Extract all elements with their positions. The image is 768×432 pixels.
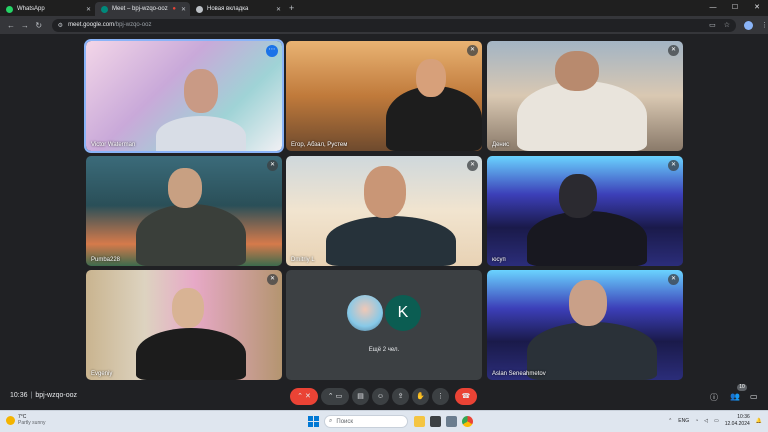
weather-widget[interactable]: 7°C Partly sunny xyxy=(6,414,46,426)
minimize-button[interactable]: — xyxy=(702,0,724,16)
new-tab-button[interactable]: + xyxy=(289,3,294,13)
search-icon: ⌕ xyxy=(329,418,333,424)
participant-tile[interactable]: ✕ Егор, Абзал, Рустем xyxy=(286,41,482,151)
windows-start-button[interactable] xyxy=(308,416,319,427)
chat-icon[interactable]: ▭ xyxy=(750,392,758,401)
present-button[interactable]: ⇪ xyxy=(392,388,409,405)
chevron-up-icon[interactable]: ⌃ xyxy=(668,418,672,424)
participant-tile[interactable]: ⋯ Victor Waterman xyxy=(84,39,284,153)
avatar: K xyxy=(385,295,421,331)
back-button[interactable]: ← xyxy=(4,21,18,30)
more-options-icon[interactable]: ⋯ xyxy=(266,45,278,57)
url-text: meet.google.com/bpj-wzqo-ooz xyxy=(68,22,152,28)
mic-toggle-button[interactable]: ⌃ ✕ xyxy=(290,388,318,405)
window-controls: — ☐ ✕ xyxy=(702,0,768,16)
maximize-button[interactable]: ☐ xyxy=(724,0,746,16)
camera-permission-icon[interactable]: ▭ xyxy=(709,21,716,29)
bookmark-star-icon[interactable]: ☆ xyxy=(724,21,730,29)
participant-name: Aslan Seneahmetov xyxy=(492,371,546,377)
app-icon[interactable] xyxy=(446,416,457,427)
language-indicator[interactable]: ENG xyxy=(678,418,689,424)
participant-name: юсуп xyxy=(492,257,506,263)
mic-off-icon: ✕ xyxy=(668,274,679,285)
wifi-icon[interactable]: ◔ xyxy=(695,418,698,424)
tab-label: Новая вкладка xyxy=(207,6,249,12)
mic-off-icon: ✕ xyxy=(467,160,478,171)
participant-name: Victor Waterman xyxy=(91,142,136,148)
site-info-icon[interactable]: ⚙ xyxy=(58,22,63,29)
close-icon[interactable]: ✕ xyxy=(181,6,186,13)
participant-name: Денис xyxy=(492,142,510,148)
recording-icon: ● xyxy=(172,6,176,12)
meet-icon xyxy=(101,5,108,13)
browser-tab-bar: WhatsApp ✕ Meet – bpj-wzqo-ooz ● ✕ Новая… xyxy=(0,0,768,16)
mic-off-icon: ✕ xyxy=(267,160,278,171)
participants-count-badge: 10 xyxy=(737,384,747,391)
search-placeholder: Поиск xyxy=(336,418,354,425)
mic-off-icon: ✕ xyxy=(467,45,478,56)
tab-meet[interactable]: Meet – bpj-wzqo-ooz ● ✕ xyxy=(95,2,190,16)
tab-whatsapp[interactable]: WhatsApp ✕ xyxy=(0,2,95,16)
participant-name: Dmitriy L xyxy=(291,257,315,263)
taskbar: 7°C Partly sunny ⌕ Поиск ⌃ ENG ◔ ◁ ▭ 10:… xyxy=(0,410,768,432)
participant-name: Evgeniy xyxy=(91,371,113,377)
chrome-icon xyxy=(196,5,203,13)
tab-new[interactable]: Новая вкладка ✕ xyxy=(190,2,285,16)
clock[interactable]: 10:36 12.04.2024 xyxy=(725,414,750,428)
camera-toggle-button[interactable]: ⌃ ▭ xyxy=(321,388,349,405)
participant-tile[interactable]: ✕ Pumba228 xyxy=(86,156,282,266)
system-tray: ⌃ ENG ◔ ◁ ▭ 10:36 12.04.2024 🔔 xyxy=(668,414,762,428)
weather-desc: Partly sunny xyxy=(18,420,46,426)
meeting-time: 10:36 xyxy=(10,392,28,399)
info-icon[interactable]: ⓘ xyxy=(710,392,718,403)
mic-off-icon: ✕ xyxy=(668,45,679,56)
more-options-button[interactable]: ⋮ xyxy=(432,388,449,405)
chrome-icon[interactable] xyxy=(462,416,473,427)
sun-icon xyxy=(6,415,15,425)
participant-tile[interactable]: ✕ Evgeniy xyxy=(86,270,282,380)
close-icon[interactable]: ✕ xyxy=(86,6,91,13)
tab-label: WhatsApp xyxy=(17,6,45,12)
avatar xyxy=(347,295,383,331)
mic-off-icon: ✕ xyxy=(668,160,679,171)
participant-tile[interactable]: ✕ Денис xyxy=(487,41,683,151)
other-participants: K Ещё 2 чел. xyxy=(286,270,482,380)
people-icon[interactable]: 👥 xyxy=(730,392,740,401)
captions-button[interactable]: ▤ xyxy=(352,388,369,405)
participant-tile[interactable]: ✕ Aslan Seneahmetov xyxy=(487,270,683,380)
tab-label: Meet – bpj-wzqo-ooz xyxy=(112,6,168,12)
profile-avatar[interactable] xyxy=(744,20,754,30)
whatsapp-icon xyxy=(6,5,13,13)
url-field[interactable]: ⚙ meet.google.com/bpj-wzqo-ooz ▭ ☆ xyxy=(51,18,737,32)
end-call-button[interactable]: ☎ xyxy=(455,388,477,405)
participant-tile[interactable]: ✕ Dmitriy L xyxy=(286,156,482,266)
menu-dots-icon[interactable]: ⋮ xyxy=(761,21,768,29)
emoji-button[interactable]: ☺ xyxy=(372,388,389,405)
other-participants-tile[interactable]: K Ещё 2 чел. xyxy=(286,270,482,380)
participant-name: Егор, Абзал, Рустем xyxy=(291,142,348,148)
search-input[interactable]: ⌕ Поиск xyxy=(324,415,408,428)
meeting-controls-bar: 10:36 | bpj-wzqo-ooz ⌃ ✕ ⌃ ▭ ▤ ☺ ⇪ ✋ ⋮ ☎ ⓘ… xyxy=(0,384,768,410)
meeting-info: 10:36 | bpj-wzqo-ooz xyxy=(10,392,77,399)
more-participants-label: Ещё 2 чел. xyxy=(368,347,400,353)
terminal-icon[interactable] xyxy=(430,416,441,427)
file-explorer-icon[interactable] xyxy=(414,416,425,427)
forward-button[interactable]: → xyxy=(18,21,32,30)
address-bar: ← → ↻ ⚙ meet.google.com/bpj-wzqo-ooz ▭ ☆… xyxy=(0,16,768,34)
volume-icon[interactable]: ◁ xyxy=(704,418,708,424)
close-window-button[interactable]: ✕ xyxy=(746,0,768,16)
battery-icon[interactable]: ▭ xyxy=(714,418,719,424)
reload-button[interactable]: ↻ xyxy=(32,21,46,30)
participant-name: Pumba228 xyxy=(91,257,121,263)
mic-off-icon: ✕ xyxy=(267,274,278,285)
close-icon[interactable]: ✕ xyxy=(276,6,281,13)
meeting-code: bpj-wzqo-ooz xyxy=(35,392,77,399)
participant-tile[interactable]: ✕ юсуп xyxy=(487,156,683,266)
notification-bell-icon[interactable]: 🔔 xyxy=(756,418,762,424)
raise-hand-button[interactable]: ✋ xyxy=(412,388,429,405)
